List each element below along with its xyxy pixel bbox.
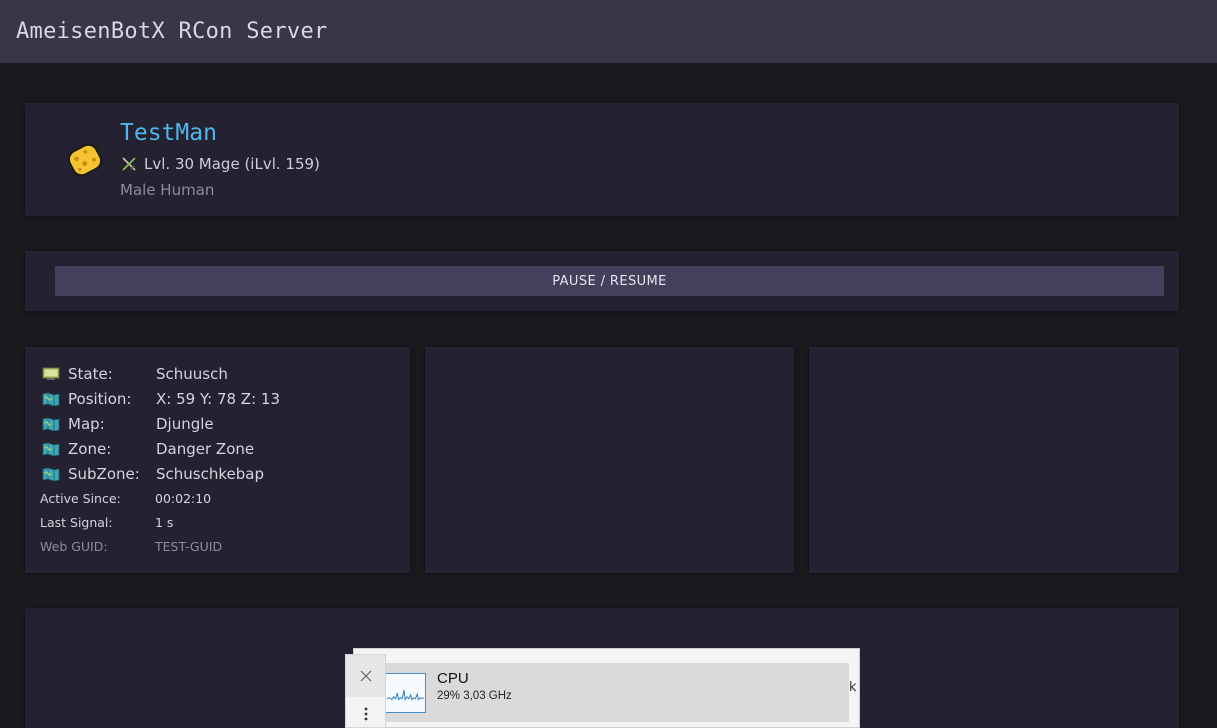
more-vertical-icon — [364, 707, 367, 721]
widget-side-strip — [345, 654, 386, 728]
character-name: TestMan — [120, 120, 217, 146]
zone-label: Zone: — [68, 440, 112, 458]
cpu-tile[interactable]: CPU 29% 3,03 GHz — [379, 663, 849, 722]
zone-value: Danger Zone — [156, 440, 255, 458]
state-label: State: — [68, 365, 113, 383]
last-signal-label: Last Signal: — [40, 515, 113, 530]
map-label: Map: — [68, 415, 105, 433]
web-guid-value: TEST-GUID — [155, 539, 223, 554]
map-icon — [42, 442, 60, 456]
top-bar: AmeisenBotX RCon Server — [0, 0, 1217, 63]
close-icon — [360, 670, 371, 682]
cpu-graph-icon — [385, 673, 426, 713]
map-icon — [42, 417, 60, 431]
widget-edge-glyph: k — [849, 680, 857, 695]
empty-panel-right — [809, 347, 1179, 573]
last-signal-value: 1 s — [155, 515, 174, 530]
close-button[interactable] — [346, 655, 385, 697]
map-row: Map: Djungle — [42, 415, 214, 433]
map-value: Djungle — [156, 415, 214, 433]
crossed-swords-icon — [122, 157, 136, 171]
empty-panel-middle — [425, 347, 794, 573]
active-since-row: Active Since: 00:02:10 — [40, 491, 211, 506]
active-since-value: 00:02:10 — [155, 491, 212, 506]
state-value: Schuusch — [156, 365, 228, 383]
cpu-detail: 29% 3,03 GHz — [437, 690, 512, 702]
position-row: Position: X: 59 Y: 78 Z: 13 — [42, 390, 280, 408]
web-guid-row: Web GUID: TEST-GUID — [40, 539, 222, 554]
map-icon — [42, 467, 60, 481]
cpu-title: CPU — [437, 670, 469, 687]
last-signal-row: Last Signal: 1 s — [40, 515, 173, 530]
subzone-label: SubZone: — [68, 465, 140, 483]
subzone-row: SubZone: Schuschkebap — [42, 465, 264, 483]
app-title: AmeisenBotX RCon Server — [16, 19, 328, 44]
more-options-button[interactable] — [346, 701, 385, 727]
character-level: Lvl. 30 Mage (iLvl. 159) — [144, 155, 320, 173]
map-icon — [42, 392, 60, 406]
controls-card: PAUSE / RESUME — [25, 251, 1179, 311]
zone-row: Zone: Danger Zone — [42, 440, 254, 458]
pause-resume-button[interactable]: PAUSE / RESUME — [55, 266, 1164, 296]
character-card: TestMan Lvl. 30 Mage (iLvl. 159) Male Hu… — [25, 103, 1179, 216]
character-race: Male Human — [120, 181, 215, 199]
state-row: State: Schuusch — [42, 365, 228, 383]
position-value: X: 59 Y: 78 Z: 13 — [156, 390, 280, 408]
status-info-card: State: Schuusch Position: X: 59 Y: 78 Z:… — [25, 347, 410, 573]
web-guid-label: Web GUID: — [40, 539, 108, 554]
position-label: Position: — [68, 390, 132, 408]
active-since-label: Active Since: — [40, 491, 121, 506]
subzone-value: Schuschkebap — [156, 465, 264, 483]
character-level-line: Lvl. 30 Mage (iLvl. 159) — [120, 155, 320, 173]
sponge-avatar-icon — [67, 143, 103, 177]
monitor-icon — [42, 367, 60, 380]
